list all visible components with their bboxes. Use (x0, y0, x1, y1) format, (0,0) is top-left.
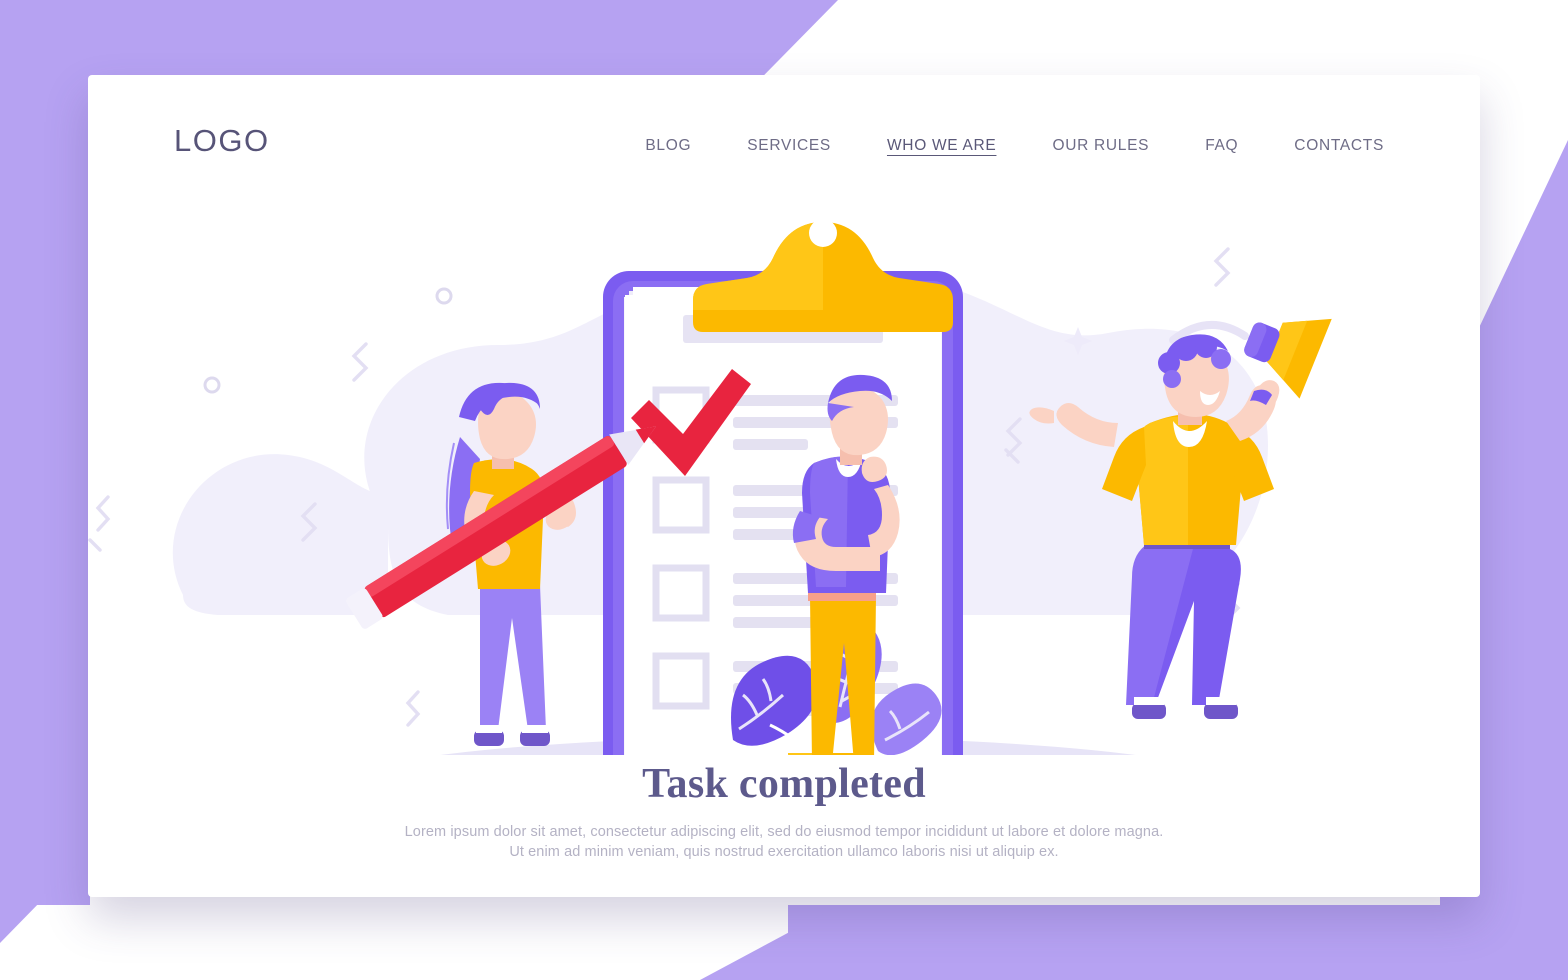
background-wedge-bottom-right-diagonal (700, 905, 840, 980)
hero-subtitle: Lorem ipsum dolor sit amet, consectetur … (88, 822, 1480, 862)
page-title: Task completed (642, 761, 926, 807)
background-wedge-bottom-right (788, 905, 1568, 980)
main-navigation: BLOG SERVICES WHO WE ARE OUR RULES FAQ C… (617, 133, 1412, 159)
nav-item-blog[interactable]: BLOG (617, 133, 719, 159)
nav-item-contacts[interactable]: CONTACTS (1266, 133, 1412, 159)
nav-item-services[interactable]: SERVICES (719, 133, 859, 159)
background-wedge-left (0, 0, 90, 905)
hero-caption: Task completed Lorem ipsum dolor sit ame… (88, 760, 1480, 862)
hero-illustration (88, 195, 1480, 755)
nav-item-who-we-are[interactable]: WHO WE ARE (859, 133, 1024, 159)
logo[interactable]: LOGO (174, 123, 270, 159)
hero-subtitle-line-1: Lorem ipsum dolor sit amet, consectetur … (404, 824, 1164, 840)
landing-page-card: LOGO BLOG SERVICES WHO WE ARE OUR RULES … (88, 75, 1480, 897)
nav-item-faq[interactable]: FAQ (1177, 133, 1266, 159)
hero-subtitle-line-2: Ut enim ad minim veniam, quis nostrud ex… (509, 844, 1059, 860)
nav-item-our-rules[interactable]: OUR RULES (1024, 133, 1177, 159)
page-root: LOGO BLOG SERVICES WHO WE ARE OUR RULES … (0, 0, 1568, 980)
